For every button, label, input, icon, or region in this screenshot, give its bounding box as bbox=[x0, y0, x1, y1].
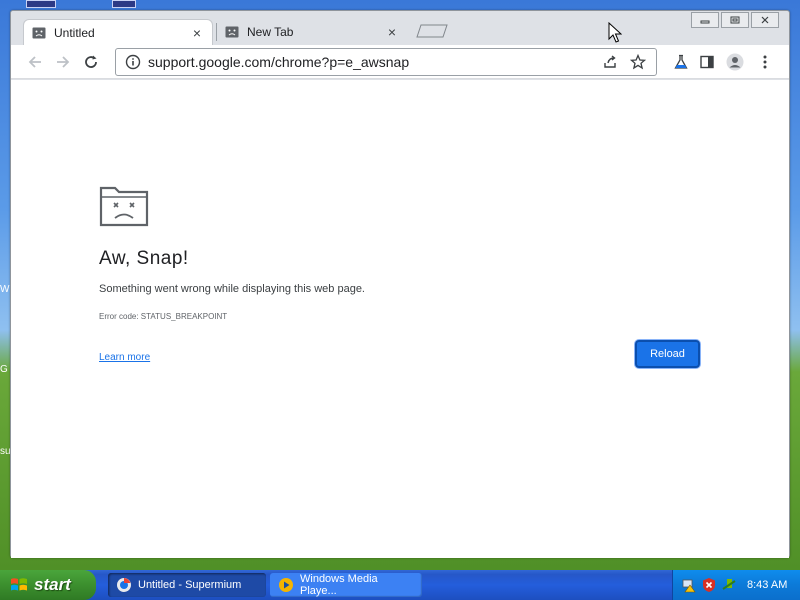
desktop-icon[interactable] bbox=[112, 0, 136, 8]
taskbar: start Untitled - Supermium Windows Media… bbox=[0, 570, 800, 600]
share-icon bbox=[604, 55, 616, 68]
error-message: Something went wrong while displaying th… bbox=[99, 283, 365, 295]
reload-button[interactable] bbox=[81, 52, 101, 72]
labs-button[interactable] bbox=[671, 52, 691, 72]
browser-toolbar bbox=[11, 45, 789, 79]
supermium-icon bbox=[116, 577, 132, 593]
bookmark-button[interactable] bbox=[628, 52, 648, 72]
site-info-icon[interactable] bbox=[124, 53, 142, 71]
reload-icon bbox=[85, 55, 97, 68]
side-panel-button[interactable] bbox=[697, 52, 717, 72]
taskbar-item-label: Windows Media Playe... bbox=[300, 573, 378, 597]
close-icon bbox=[761, 16, 769, 24]
arrow-right-icon bbox=[57, 56, 70, 68]
reload-page-button[interactable]: Reload bbox=[635, 340, 700, 368]
minimize-icon bbox=[700, 20, 710, 24]
minimize-button[interactable] bbox=[691, 12, 719, 28]
browser-window: Untitled × New Tab × support.google.com/… bbox=[10, 10, 790, 558]
taskbar-item-supermium[interactable]: Untitled - Supermium bbox=[108, 573, 266, 597]
tab-untitled[interactable]: Untitled × bbox=[23, 19, 213, 45]
flask-icon bbox=[674, 54, 688, 69]
new-tab-button[interactable] bbox=[416, 24, 448, 38]
taskbar-item-media-player[interactable]: Windows Media Playe... bbox=[270, 573, 422, 597]
close-window-button[interactable] bbox=[751, 12, 779, 28]
forward-button[interactable] bbox=[53, 52, 73, 72]
start-button[interactable]: start bbox=[0, 570, 96, 600]
media-player-icon bbox=[278, 577, 294, 593]
error-code: Error code: STATUS_BREAKPOINT bbox=[99, 312, 228, 321]
kebab-menu-icon bbox=[763, 55, 767, 69]
sad-tab-favicon-icon bbox=[32, 26, 46, 40]
taskbar-item-label: Untitled - Supermium bbox=[138, 579, 242, 591]
sad-tab-favicon-icon bbox=[225, 25, 239, 39]
tab-title: Untitled bbox=[54, 25, 95, 40]
start-label: start bbox=[34, 575, 71, 594]
address-bar[interactable] bbox=[115, 48, 657, 76]
restore-icon bbox=[730, 16, 740, 24]
arrow-left-icon bbox=[28, 56, 41, 68]
close-tab-icon[interactable]: × bbox=[385, 25, 399, 39]
security-alert-icon[interactable] bbox=[701, 577, 717, 593]
profile-button[interactable] bbox=[725, 52, 745, 72]
system-tray: 8:43 AM bbox=[672, 570, 800, 600]
mouse-cursor-icon bbox=[608, 21, 623, 44]
tab-new-tab[interactable]: New Tab × bbox=[217, 19, 407, 45]
avatar-icon bbox=[726, 53, 744, 71]
url-input[interactable] bbox=[148, 54, 600, 70]
window-controls bbox=[691, 12, 779, 28]
share-button[interactable] bbox=[600, 52, 620, 72]
sad-tab-icon bbox=[99, 185, 149, 227]
safely-remove-icon[interactable] bbox=[721, 577, 737, 593]
side-panel-icon bbox=[700, 55, 714, 69]
error-title: Aw, Snap! bbox=[99, 248, 189, 269]
network-warning-icon[interactable] bbox=[681, 577, 697, 593]
clock[interactable]: 8:43 AM bbox=[747, 579, 787, 591]
star-icon bbox=[630, 54, 646, 70]
windows-logo-icon bbox=[11, 578, 27, 591]
close-tab-icon[interactable]: × bbox=[190, 26, 204, 40]
error-page: Aw, Snap! Something went wrong while dis… bbox=[11, 80, 789, 558]
menu-button[interactable] bbox=[755, 52, 775, 72]
learn-more-link[interactable]: Learn more bbox=[99, 352, 150, 363]
back-button[interactable] bbox=[25, 52, 45, 72]
restore-button[interactable] bbox=[721, 12, 749, 28]
tab-strip: Untitled × New Tab × bbox=[11, 11, 789, 45]
desktop-icon[interactable] bbox=[26, 0, 56, 8]
tab-title: New Tab bbox=[247, 25, 294, 39]
